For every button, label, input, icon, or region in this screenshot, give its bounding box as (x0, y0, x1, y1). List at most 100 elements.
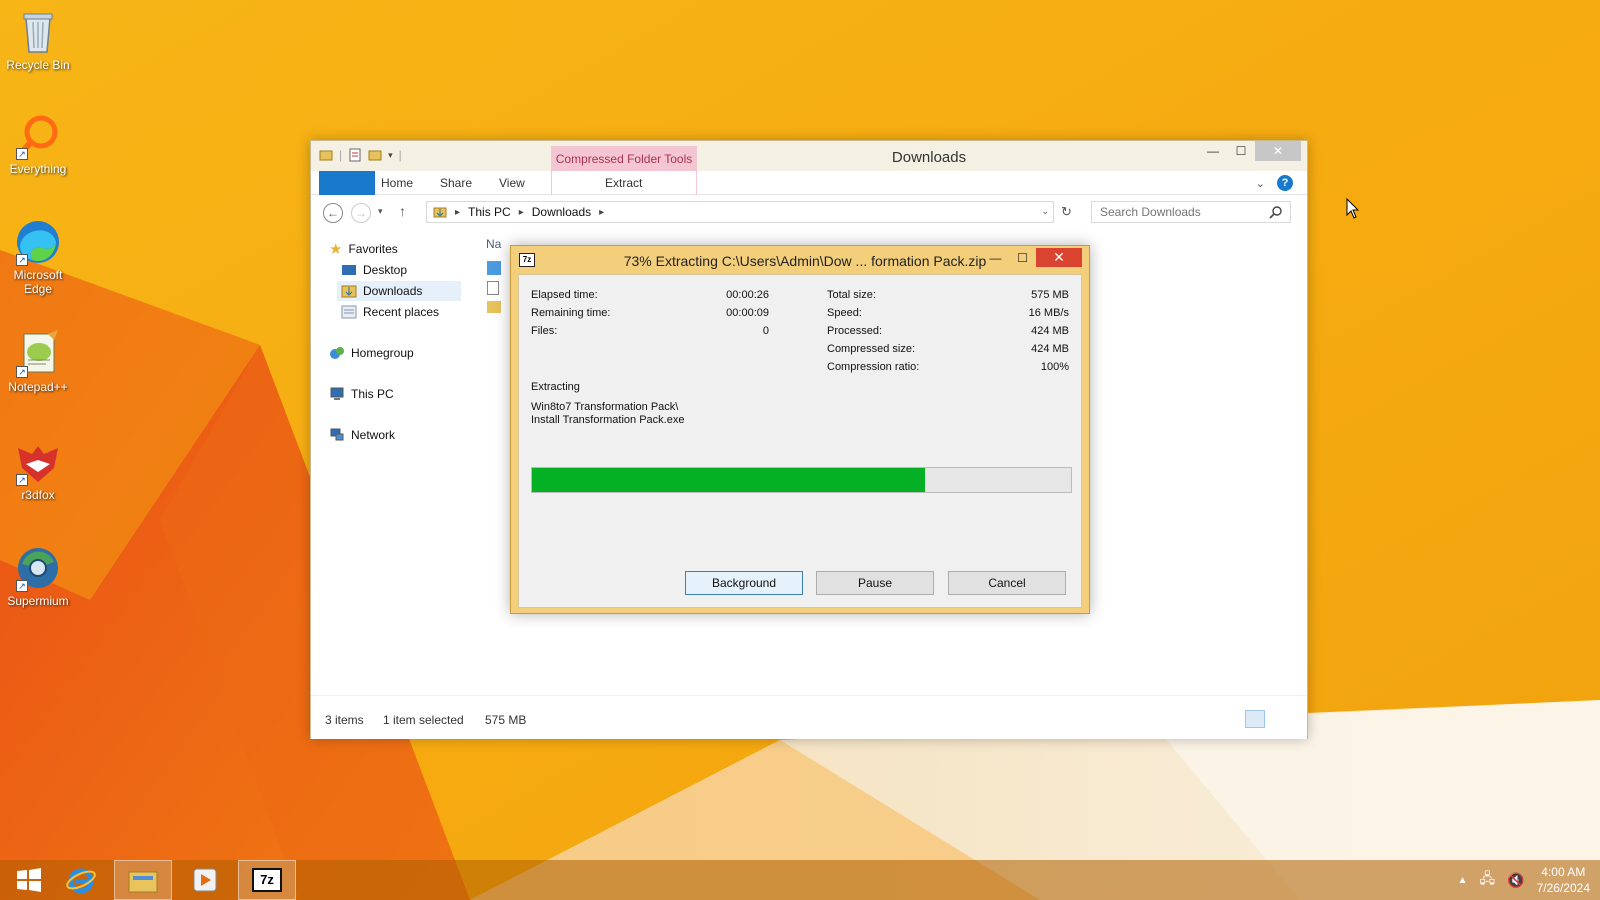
tab-extract[interactable]: Extract (605, 176, 642, 190)
background-button[interactable]: Background (685, 571, 803, 595)
navigation-pane: ★ Favorites Desktop Downloads Recent pla… (311, 229, 477, 695)
ribbon-tabs: Home Share View Extract ⌄ ? (311, 171, 1307, 195)
total-size-label: Total size: (827, 289, 876, 301)
dialog-titlebar[interactable]: 7z 73% Extracting C:\Users\Admin\Dow ...… (511, 246, 1089, 274)
pause-button[interactable]: Pause (816, 571, 934, 595)
maximize-button[interactable]: ☐ (1009, 248, 1036, 267)
show-hidden-icons-icon[interactable]: ▲ (1458, 875, 1468, 886)
up-button[interactable]: ↑ (399, 203, 406, 219)
nav-label: Downloads (363, 284, 423, 298)
shortcut-arrow-icon: ↗ (16, 580, 28, 592)
current-file-path: Win8to7 Transformation Pack\ (531, 401, 679, 413)
file-icon (487, 281, 499, 295)
current-file-name: Install Transformation Pack.exe (531, 414, 685, 426)
breadcrumb-this-pc[interactable]: This PC (468, 205, 511, 219)
media-player-icon (193, 868, 217, 892)
nav-downloads[interactable]: Downloads (337, 281, 461, 301)
progress-bar-fill (532, 468, 926, 492)
close-button[interactable]: ✕ (1036, 248, 1082, 267)
recycle-bin-icon (14, 8, 62, 56)
forward-button[interactable]: → (351, 203, 371, 223)
search-input[interactable] (1091, 201, 1291, 223)
taskbar-media-player[interactable] (176, 860, 234, 900)
total-size-value: 575 MB (1031, 289, 1069, 301)
back-button[interactable]: ← (323, 203, 343, 223)
downloads-folder-icon (433, 207, 447, 218)
search-icon[interactable] (1269, 205, 1283, 219)
network-status-icon[interactable]: 🖧 (1480, 868, 1496, 892)
desktop-icon-label: r3dfox (21, 488, 55, 502)
operation-label: Extracting (531, 381, 580, 393)
everything-search-icon: ↗ (14, 112, 62, 160)
cancel-button[interactable]: Cancel (948, 571, 1066, 595)
remaining-time-value: 00:00:09 (726, 307, 769, 319)
shortcut-arrow-icon: ↗ (16, 474, 28, 486)
maximize-button[interactable]: ☐ (1227, 141, 1255, 161)
desktop-icon-everything[interactable]: ↗ Everything (0, 112, 76, 176)
refresh-icon[interactable]: ↻ (1061, 204, 1072, 220)
details-view-icon[interactable] (1245, 710, 1265, 728)
address-bar[interactable]: ▸ This PC ▸ Downloads ▸ ⌄ (426, 201, 1054, 223)
start-button[interactable] (0, 860, 58, 900)
desktop-icon-label: Supermium (7, 594, 69, 608)
remaining-time-label: Remaining time: (531, 307, 611, 319)
breadcrumb-downloads[interactable]: Downloads (532, 205, 591, 219)
desktop-icon-recycle-bin[interactable]: Recycle Bin (0, 8, 76, 72)
compression-ratio-label: Compression ratio: (827, 361, 920, 373)
recent-places-icon (341, 305, 357, 319)
status-bar: 3 items 1 item selected 575 MB (311, 695, 1307, 739)
nav-network[interactable]: Network (329, 425, 395, 445)
desktop-icon-label: Microsoft Edge (13, 268, 63, 296)
address-dropdown-icon[interactable]: ⌄ (1041, 206, 1049, 217)
tab-view[interactable]: View (499, 176, 525, 190)
view-buttons (1245, 710, 1289, 728)
desktop-icon-edge[interactable]: ↗ Microsoft Edge (0, 218, 76, 296)
compression-ratio-value: 100% (1040, 361, 1069, 373)
computer-icon (330, 387, 344, 400)
expand-ribbon-icon[interactable]: ⌄ (1256, 177, 1265, 190)
desktop-icon-r3dfox[interactable]: ↗ r3dfox (0, 438, 76, 502)
recent-locations-icon[interactable]: ▾ (378, 206, 383, 217)
tab-home[interactable]: Home (381, 176, 413, 190)
nav-label: Network (351, 428, 396, 442)
taskbar: 7z ▲ 🖧 🔇 4:00 AM 7/26/2024 (0, 860, 1600, 900)
nav-desktop[interactable]: Desktop (341, 260, 407, 280)
file-tab[interactable] (319, 171, 375, 195)
desktop-icon-supermium[interactable]: ↗ Supermium (0, 544, 76, 608)
large-icons-view-icon[interactable] (1269, 710, 1289, 728)
dialog-body: Elapsed time: 00:00:26 Remaining time: 0… (518, 274, 1082, 608)
close-button[interactable]: ✕ (1255, 141, 1301, 161)
volume-muted-icon[interactable]: 🔇 (1507, 872, 1524, 889)
r3dfox-icon: ↗ (14, 438, 62, 486)
files-label: Files: (531, 325, 558, 337)
status-selection: 1 item selected (383, 713, 464, 727)
breadcrumb-separator[interactable]: ▸ (519, 207, 524, 218)
shortcut-arrow-icon: ↗ (16, 148, 28, 160)
speed-value: 16 MB/s (1028, 307, 1069, 319)
star-icon: ★ (329, 241, 343, 258)
breadcrumb-separator[interactable]: ▸ (455, 207, 460, 218)
taskbar-file-explorer[interactable] (114, 860, 172, 900)
explorer-titlebar[interactable]: | ▾ | Compressed Folder Tools Downloads … (311, 141, 1307, 171)
status-item-count: 3 items (325, 713, 364, 727)
minimize-button[interactable]: — (1199, 141, 1227, 161)
minimize-button[interactable]: — (982, 248, 1009, 267)
desktop-icon-notepad-plus-plus[interactable]: ↗ Notepad++ (0, 330, 76, 394)
nav-label: Desktop (363, 263, 408, 277)
elapsed-time-value: 00:00:26 (726, 289, 769, 301)
7zip-icon: 7z (252, 868, 282, 892)
taskbar-7zip[interactable]: 7z (238, 860, 296, 900)
breadcrumb-separator[interactable]: ▸ (599, 207, 604, 218)
help-icon[interactable]: ? (1277, 175, 1293, 191)
nav-favorites[interactable]: ★ Favorites (329, 239, 398, 259)
nav-recent-places[interactable]: Recent places (341, 302, 439, 322)
status-size: 575 MB (485, 713, 527, 727)
column-header-name[interactable]: Na (486, 237, 501, 251)
nav-this-pc[interactable]: This PC (329, 384, 394, 404)
nav-label: Favorites (348, 242, 398, 256)
nav-homegroup[interactable]: Homegroup (329, 343, 414, 363)
tab-share[interactable]: Share (440, 176, 472, 190)
taskbar-internet-explorer[interactable] (52, 860, 110, 900)
window-controls: — ☐ ✕ (1199, 141, 1301, 161)
clock[interactable]: 4:00 AM 7/26/2024 (1537, 864, 1590, 896)
